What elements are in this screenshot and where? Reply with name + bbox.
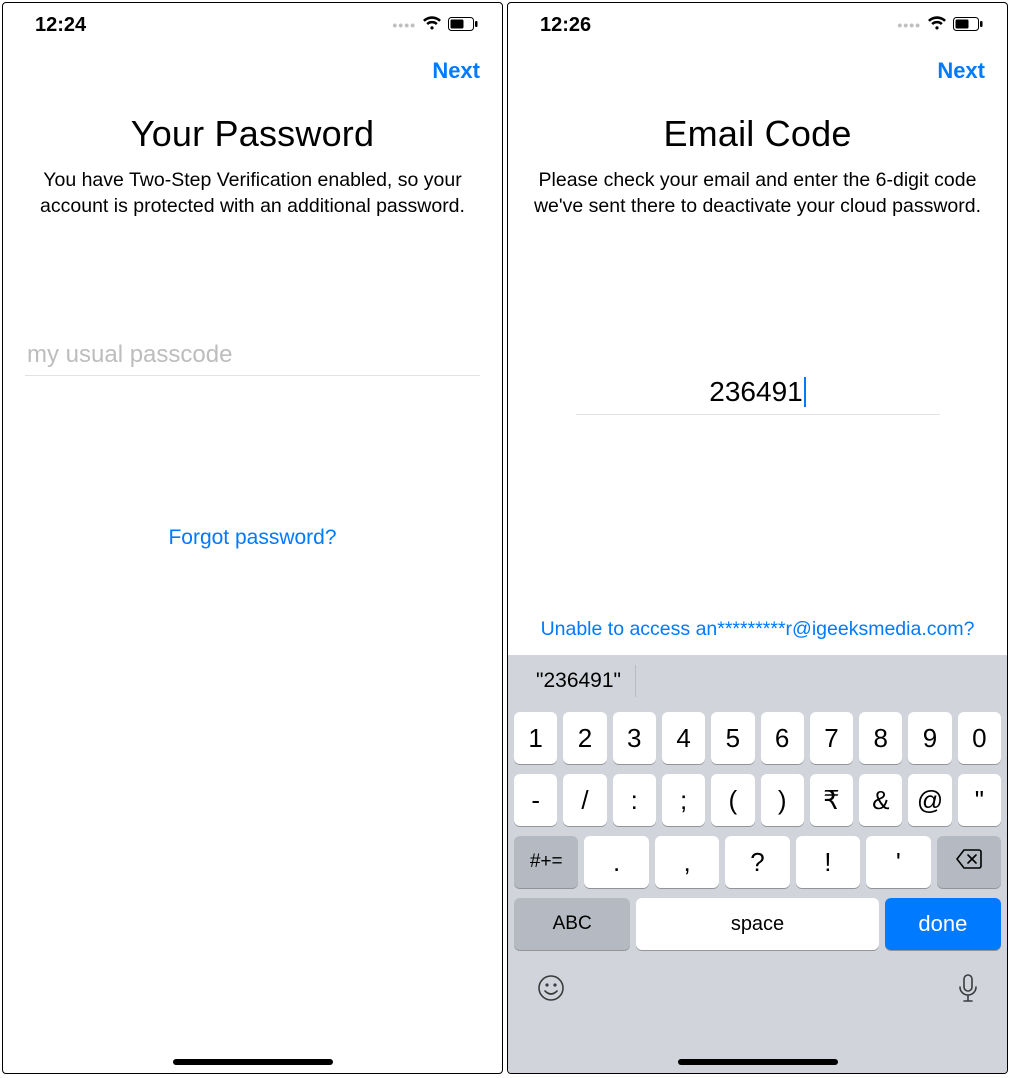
key-8[interactable]: 8	[859, 712, 902, 764]
next-button[interactable]: Next	[937, 58, 985, 84]
nav-bar: Next	[3, 47, 502, 95]
key-row-1: 1 2 3 4 5 6 7 8 9 0	[508, 707, 1007, 769]
suggestion-empty	[636, 665, 993, 697]
status-bar: 12:26 ••••	[508, 3, 1007, 47]
backspace-icon	[955, 848, 983, 876]
key-9[interactable]: 9	[908, 712, 951, 764]
wifi-icon	[927, 14, 947, 37]
key-3[interactable]: 3	[613, 712, 656, 764]
key-dash[interactable]: -	[514, 774, 557, 826]
key-apostrophe[interactable]: '	[866, 836, 930, 888]
key-backspace[interactable]	[937, 836, 1001, 888]
page-title: Your Password	[131, 113, 374, 155]
status-time: 12:24	[35, 14, 86, 37]
emoji-icon[interactable]	[536, 973, 566, 1013]
key-symbols[interactable]: #+=	[514, 836, 578, 888]
status-bar: 12:24 ••••	[3, 3, 502, 47]
key-quote[interactable]: "	[958, 774, 1001, 826]
page-description: Please check your email and enter the 6-…	[530, 167, 985, 220]
key-5[interactable]: 5	[711, 712, 754, 764]
key-7[interactable]: 7	[810, 712, 853, 764]
suggestion-bar: "236491"	[508, 655, 1007, 707]
key-paren-close[interactable]: )	[761, 774, 804, 826]
key-row-2: - / : ; ( ) ₹ & @ "	[508, 769, 1007, 831]
status-right: ••••	[392, 14, 478, 37]
suggestion-item[interactable]: "236491"	[522, 665, 636, 697]
battery-icon	[448, 14, 478, 37]
nav-bar: Next	[508, 47, 1007, 95]
key-exclaim[interactable]: !	[796, 836, 860, 888]
password-input-wrap	[25, 335, 480, 376]
phone-screen-email-code: 12:26 •••• Next Email Code Please check …	[507, 2, 1008, 1074]
key-slash[interactable]: /	[563, 774, 606, 826]
key-0[interactable]: 0	[958, 712, 1001, 764]
content-area: Your Password You have Two-Step Verifica…	[3, 95, 502, 1073]
key-4[interactable]: 4	[662, 712, 705, 764]
text-cursor	[804, 377, 806, 407]
page-description: You have Two-Step Verification enabled, …	[25, 167, 480, 220]
key-rupee[interactable]: ₹	[810, 774, 853, 826]
key-paren-open[interactable]: (	[711, 774, 754, 826]
key-row-3: #+= . , ? ! '	[508, 831, 1007, 893]
content-area: Email Code Please check your email and e…	[508, 95, 1007, 655]
next-button[interactable]: Next	[432, 58, 480, 84]
key-semicolon[interactable]: ;	[662, 774, 705, 826]
key-period[interactable]: .	[584, 836, 648, 888]
key-done[interactable]: done	[885, 898, 1001, 950]
key-space[interactable]: space	[636, 898, 878, 950]
mic-icon[interactable]	[957, 973, 979, 1013]
cellular-dots-icon: ••••	[897, 17, 921, 33]
password-input[interactable]	[27, 341, 478, 369]
key-amp[interactable]: &	[859, 774, 902, 826]
battery-icon	[953, 14, 983, 37]
keyboard: "236491" 1 2 3 4 5 6 7 8 9 0 - / : ; ( )…	[508, 655, 1007, 1073]
code-input-wrap[interactable]: 236491	[576, 370, 940, 415]
cellular-dots-icon: ••••	[392, 17, 416, 33]
status-time: 12:26	[540, 14, 591, 37]
key-6[interactable]: 6	[761, 712, 804, 764]
page-title: Email Code	[663, 113, 851, 155]
status-right: ••••	[897, 14, 983, 37]
keyboard-bottom-row	[508, 955, 1007, 1013]
unable-access-link[interactable]: Unable to access an*********r@igeeksmedi…	[539, 618, 977, 641]
key-comma[interactable]: ,	[655, 836, 719, 888]
code-value: 236491	[709, 376, 802, 408]
key-at[interactable]: @	[908, 774, 951, 826]
key-question[interactable]: ?	[725, 836, 789, 888]
code-input[interactable]: 236491	[709, 376, 805, 408]
home-indicator[interactable]	[173, 1059, 333, 1065]
key-row-4: ABC space done	[508, 893, 1007, 955]
wifi-icon	[422, 14, 442, 37]
key-1[interactable]: 1	[514, 712, 557, 764]
key-2[interactable]: 2	[563, 712, 606, 764]
key-colon[interactable]: :	[613, 774, 656, 826]
home-indicator[interactable]	[678, 1059, 838, 1065]
forgot-password-link[interactable]: Forgot password?	[168, 526, 336, 550]
key-abc[interactable]: ABC	[514, 898, 630, 950]
phone-screen-password: 12:24 •••• Next Your Password You have T…	[2, 2, 503, 1074]
